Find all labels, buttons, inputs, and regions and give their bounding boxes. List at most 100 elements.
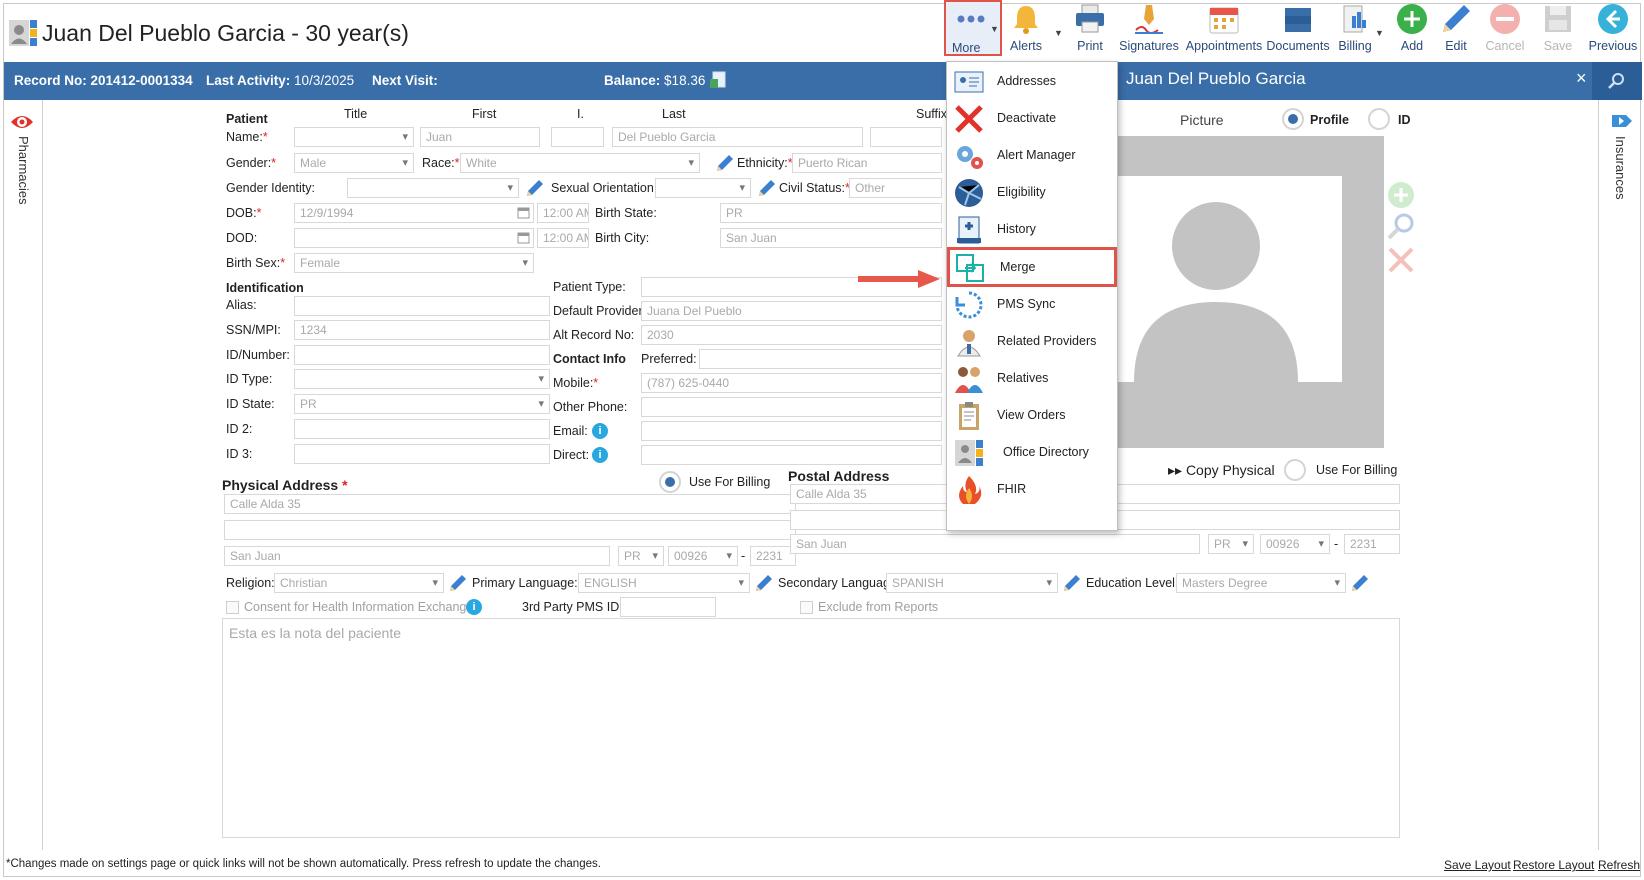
restore-layout-link[interactable]: Restore Layout (1513, 858, 1594, 872)
default-provider-select[interactable]: Juana Del Pueblo (641, 301, 942, 321)
suffix-input[interactable] (870, 127, 942, 147)
dod-input[interactable] (294, 228, 534, 248)
menu-item-addresses[interactable]: Addresses (947, 63, 1117, 101)
menu-item-merge[interactable]: Merge (947, 247, 1117, 287)
insurances-side-tab[interactable]: Insurances (1598, 100, 1642, 850)
dod-time-input[interactable]: 12:00 AM (537, 228, 589, 248)
cancel-button[interactable]: Cancel (1480, 0, 1530, 56)
dob-input[interactable]: 12/9/1994 (294, 203, 534, 223)
postal-city-input[interactable]: San Juan (790, 534, 1200, 554)
alias-input[interactable] (294, 296, 550, 316)
print-button[interactable]: Print (1066, 0, 1114, 56)
race-select[interactable]: White (460, 153, 700, 173)
physical-address-line2[interactable] (224, 520, 796, 540)
birth-sex-select[interactable]: Female (294, 253, 534, 273)
postal-use-for-billing-radio[interactable] (1284, 459, 1306, 481)
title-select[interactable] (294, 127, 414, 147)
middle-initial-input[interactable] (551, 127, 604, 147)
search-tab[interactable] (1592, 62, 1642, 100)
birth-state-select[interactable]: PR (720, 203, 942, 223)
patient-note-textarea[interactable]: Esta es la nota del paciente (222, 618, 1400, 838)
religion-select[interactable]: Christian (274, 573, 444, 593)
ssn-input[interactable]: 1234 (294, 320, 550, 340)
menu-item-alert-manager[interactable]: Alert Manager (947, 137, 1117, 175)
education-level-select[interactable]: Masters Degree (1176, 573, 1346, 593)
balance-document-icon[interactable] (710, 71, 726, 89)
add-button[interactable]: Add (1390, 0, 1434, 56)
preferred-select[interactable] (699, 349, 942, 369)
education-edit-pencil-icon[interactable] (1350, 573, 1370, 593)
menu-item-view-orders[interactable]: View Orders (947, 397, 1117, 435)
physical-zip-select[interactable]: 00926 (668, 546, 738, 566)
id2-input[interactable] (294, 419, 550, 439)
billing-chevron-down-icon[interactable]: ▼ (1375, 28, 1384, 38)
primary-language-edit-pencil-icon[interactable] (754, 573, 774, 593)
consent-checkbox[interactable] (226, 601, 239, 614)
ethnicity-select[interactable]: Puerto Rican (792, 153, 942, 173)
id-radio[interactable] (1368, 108, 1390, 130)
signatures-button[interactable]: Signatures (1118, 0, 1180, 56)
secondary-language-edit-pencil-icon[interactable] (1062, 573, 1082, 593)
exclude-reports-checkbox[interactable] (800, 601, 813, 614)
zoom-picture-icon[interactable] (1386, 212, 1416, 242)
alerts-button[interactable]: Alerts (1002, 0, 1050, 56)
alt-record-input[interactable]: 2030 (641, 325, 942, 345)
direct-input[interactable] (641, 445, 942, 465)
pharmacies-side-tab[interactable]: Pharmacies (4, 100, 43, 850)
physical-address-line1[interactable]: Calle Alda 35 (224, 494, 796, 514)
sexual-orientation-edit-pencil-icon[interactable] (757, 178, 777, 198)
postal-zip4-input[interactable]: 2231 (1344, 534, 1400, 554)
gender-identity-select[interactable] (347, 178, 519, 198)
birth-city-input[interactable]: San Juan (720, 228, 942, 248)
id-state-select[interactable]: PR (294, 394, 550, 414)
refresh-link[interactable]: Refresh (1598, 858, 1640, 872)
first-name-input[interactable]: Juan (420, 127, 540, 147)
postal-zip-select[interactable]: 00926 (1260, 534, 1330, 554)
id-number-input[interactable] (294, 345, 550, 365)
menu-item-deactivate[interactable]: Deactivate (947, 100, 1117, 138)
last-name-input[interactable]: Del Pueblo Garcia (612, 127, 863, 147)
secondary-language-select[interactable]: SPANISH (886, 573, 1058, 593)
physical-city-input[interactable]: San Juan (224, 546, 610, 566)
gender-identity-edit-pencil-icon[interactable] (525, 178, 545, 198)
save-button[interactable]: Save (1534, 0, 1582, 56)
postal-state-select[interactable]: PR (1208, 534, 1254, 554)
previous-button[interactable]: Previous (1586, 0, 1640, 56)
id-type-select[interactable] (294, 369, 550, 389)
menu-item-history[interactable]: History (947, 211, 1117, 249)
close-icon[interactable]: × (1576, 68, 1587, 89)
dob-time-input[interactable]: 12:00 AM (537, 203, 589, 223)
sexual-orientation-select[interactable] (655, 178, 751, 198)
physical-state-select[interactable]: PR (618, 546, 664, 566)
profile-radio[interactable] (1282, 108, 1304, 130)
menu-item-fhir[interactable]: FHIR (947, 471, 1117, 509)
religion-edit-pencil-icon[interactable] (448, 573, 468, 593)
more-button[interactable]: ▼ More (944, 0, 1002, 56)
add-picture-icon[interactable] (1386, 180, 1416, 210)
menu-item-office-directory[interactable]: Office Directory (947, 434, 1117, 472)
consent-info-icon[interactable]: i (466, 599, 482, 615)
pms-id-input[interactable] (620, 597, 716, 617)
documents-button[interactable]: Documents (1266, 0, 1330, 56)
appointments-button[interactable]: Appointments (1182, 0, 1266, 56)
race-edit-pencil-icon[interactable] (715, 153, 735, 173)
calendar-picker-icon[interactable] (517, 206, 530, 219)
menu-item-pms-sync[interactable]: PMS Sync (947, 286, 1117, 324)
physical-use-for-billing-radio[interactable] (659, 471, 681, 493)
menu-item-eligibility[interactable]: Eligibility (947, 174, 1117, 212)
civil-status-select[interactable]: Other (849, 178, 942, 198)
copy-physical-link[interactable]: ▸▸ Copy Physical (1168, 462, 1275, 479)
billing-button[interactable]: Billing (1330, 0, 1380, 56)
delete-picture-icon[interactable] (1386, 245, 1416, 275)
mobile-input[interactable]: (787) 625-0440 (641, 373, 942, 393)
menu-item-relatives[interactable]: Relatives (947, 360, 1117, 398)
calendar-picker-icon[interactable] (517, 231, 530, 244)
primary-language-select[interactable]: ENGLISH (578, 573, 750, 593)
gender-select[interactable]: Male (294, 153, 414, 173)
id3-input[interactable] (294, 444, 550, 464)
save-layout-link[interactable]: Save Layout (1444, 858, 1511, 872)
edit-button[interactable]: Edit (1434, 0, 1478, 56)
email-info-icon[interactable]: i (592, 423, 608, 439)
other-phone-input[interactable] (641, 397, 942, 417)
direct-info-icon[interactable]: i (592, 447, 608, 463)
